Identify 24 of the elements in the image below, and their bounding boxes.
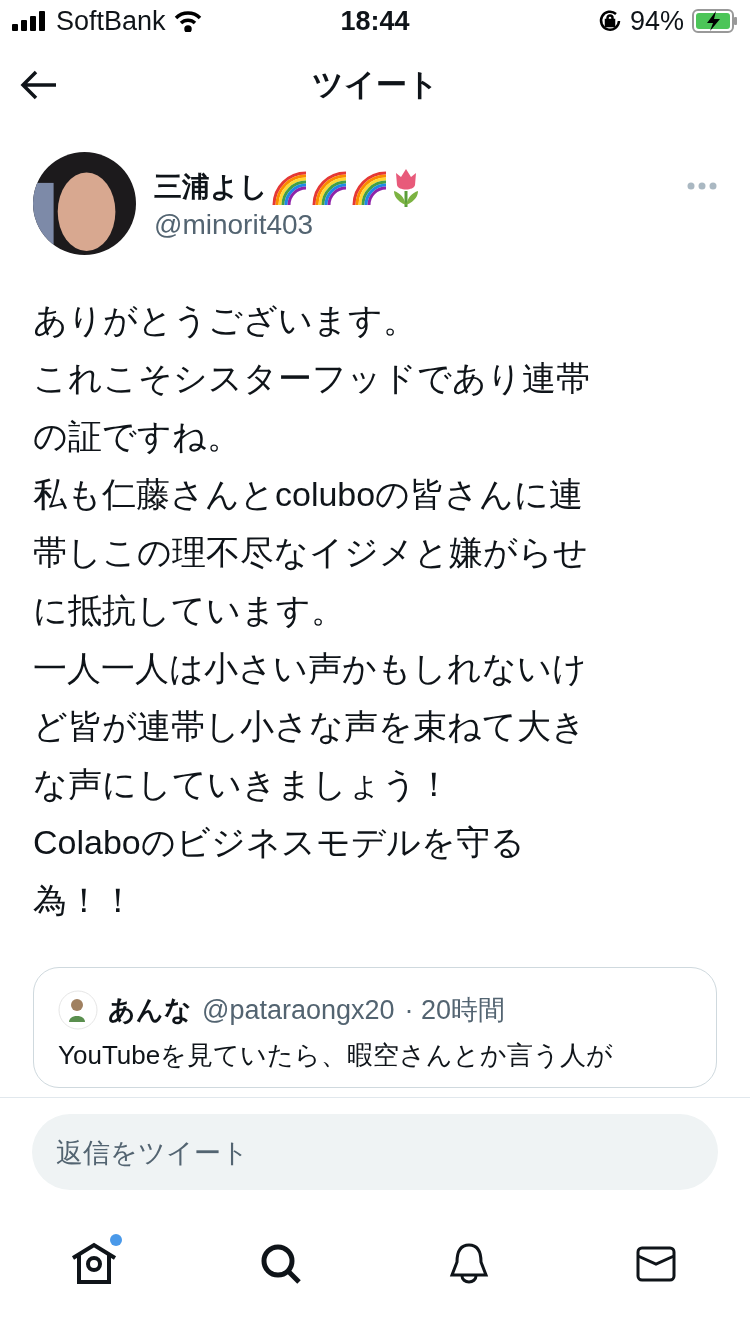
quoted-tweet-card[interactable]: あんな @pataraongx20 · 20時間 YouTubeを見ていたら、暇空さんとか言う人が xyxy=(33,967,717,1088)
clock-time: 18:44 xyxy=(340,5,410,37)
back-button[interactable] xyxy=(20,70,58,100)
back-arrow-icon xyxy=(20,70,58,100)
mail-icon xyxy=(636,1246,677,1282)
user-name: 三浦よし xyxy=(154,168,268,205)
wifi-icon xyxy=(173,10,202,32)
carrier-name: SoftBank xyxy=(56,5,166,37)
quoted-tweet-text: YouTubeを見ていたら、暇空さんとか言う人が xyxy=(58,1039,615,1072)
battery-charging-icon xyxy=(692,9,738,33)
home-icon xyxy=(70,1242,117,1286)
user-handle[interactable]: @minorit403 xyxy=(154,208,669,241)
tweet-text: ありがとうございます。 これこそシスターフッドであり連帯 の証ですね。 私も仁藤さんとcoluboの皆さんに連 帯しこの理不尽なイジメと嫌がらせ に抵抗しています。 一人一人は小さい声かもしれないけ ど皆が連帯し小さな声を束ねて大き な声にしていきましょう！ Colaboのビジネスモデルを守る 為！！ xyxy=(33,300,591,921)
rotation-lock-icon xyxy=(597,9,622,33)
bell-icon xyxy=(448,1242,489,1286)
page-title: ツイート xyxy=(311,66,439,102)
reply-field[interactable]: 返信をツイート xyxy=(32,1114,718,1190)
battery-percent: 94% xyxy=(629,5,684,37)
signal-icon xyxy=(12,11,48,31)
quoted-handle: @pataraongx20 xyxy=(202,994,395,1026)
notification-dot xyxy=(109,1234,122,1246)
quoted-avatar xyxy=(58,990,98,1030)
quoted-time: · 20時間 xyxy=(404,994,506,1027)
quoted-user-name: あんな xyxy=(108,993,192,1027)
